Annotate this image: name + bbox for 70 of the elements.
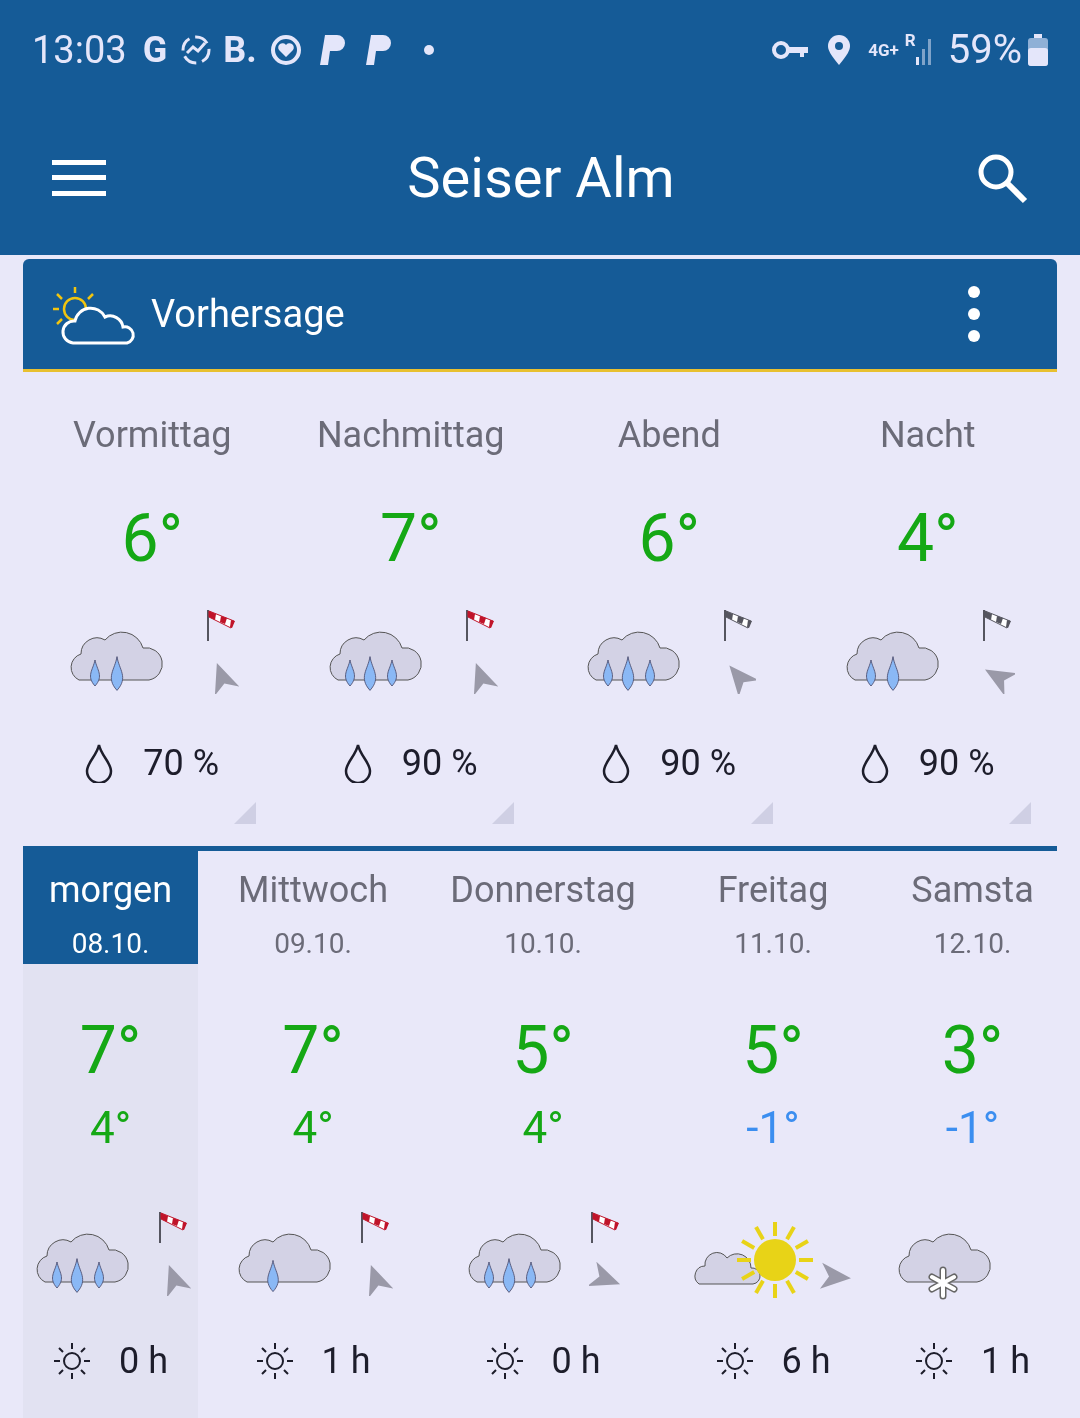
day-date: 11.10. <box>734 926 812 962</box>
sun-icon <box>915 1342 953 1380</box>
sun-icon <box>715 1342 754 1380</box>
raindrop-icon <box>602 743 631 783</box>
day-tab[interactable]: morgen 08.10. <box>23 851 198 964</box>
period-label: Abend <box>617 413 721 458</box>
sunshine-hours: 6 h <box>781 1339 831 1384</box>
dot-icon <box>422 44 435 56</box>
day-name: Mittwoch <box>238 868 388 913</box>
day-tab[interactable]: Donnerstag 10.10. <box>428 851 658 964</box>
high-temperature: 5° <box>512 1018 574 1084</box>
sun-icon <box>485 1342 524 1380</box>
day-tab[interactable]: Freitag 11.10. <box>658 851 888 964</box>
sun-icon <box>255 1342 294 1380</box>
key-icon <box>772 39 811 61</box>
day-name: Freitag <box>717 868 829 913</box>
roaming-label: R <box>904 32 916 49</box>
period-label: Vormittag <box>73 413 232 458</box>
day-date: 12.10. <box>933 926 1012 962</box>
battery-percentage: 59% <box>947 25 1022 75</box>
precipitation-chance: 90 % <box>660 741 737 786</box>
high-temperature: 7° <box>79 1018 142 1084</box>
sunshine-hours: 1 h <box>981 1339 1030 1384</box>
heart-ring-icon <box>268 33 303 67</box>
day-date: 09.10. <box>274 926 352 962</box>
day-name: Samsta <box>911 868 1034 913</box>
day-name: morgen <box>48 868 173 913</box>
low-temperature: 4° <box>89 1106 132 1150</box>
period-label: Nachmittag <box>316 413 505 458</box>
location-pin-icon <box>826 34 853 66</box>
day-date: 08.10. <box>71 926 150 962</box>
app-notification-icon: G <box>142 23 168 77</box>
period-label: Nacht <box>879 413 976 458</box>
precipitation-chance: 90 % <box>918 741 995 786</box>
day-name: Donnerstag <box>450 868 636 913</box>
high-temperature: 5° <box>742 1018 804 1084</box>
low-temperature: 4° <box>522 1106 564 1150</box>
low-temperature: -1° <box>746 1106 800 1150</box>
high-temperature: 7° <box>282 1018 344 1084</box>
app-notification-icon: B. <box>223 23 257 77</box>
network-type-label: 4G+ <box>868 41 899 59</box>
menu-icon[interactable] <box>52 159 106 196</box>
day-date: 10.10. <box>504 926 582 962</box>
day-tab[interactable]: Mittwoch 09.10. <box>198 851 428 964</box>
high-temperature: 3° <box>941 1018 1004 1084</box>
temperature: 4° <box>896 506 959 572</box>
low-temperature: -1° <box>945 1106 1000 1150</box>
sunshine-hours: 0 h <box>551 1339 601 1384</box>
temperature: 6° <box>121 506 184 572</box>
clock: 13:03 <box>32 26 127 74</box>
sunshine-hours: 1 h <box>321 1339 371 1384</box>
raindrop-icon <box>343 743 372 783</box>
precipitation-chance: 90 % <box>401 741 478 786</box>
expand-corner-icon[interactable] <box>233 802 256 824</box>
more-options-icon[interactable] <box>967 285 981 343</box>
card-title: Vorhersage <box>151 290 346 338</box>
sunshine-hours: 0 h <box>119 1339 168 1384</box>
temperature: 7° <box>379 506 442 572</box>
expand-corner-icon[interactable] <box>492 802 514 824</box>
expand-corner-icon[interactable] <box>1009 802 1031 824</box>
raindrop-icon <box>860 743 889 783</box>
raindrop-icon <box>85 743 114 783</box>
battery-icon <box>1028 34 1048 66</box>
temperature: 6° <box>638 506 701 572</box>
precipitation-chance: 70 % <box>143 741 220 786</box>
expand-corner-icon[interactable] <box>750 802 773 824</box>
day-tab[interactable]: Samsta 12.10. <box>888 851 1057 964</box>
app-title: Seiser Alm <box>407 143 675 213</box>
sun-icon <box>53 1342 91 1380</box>
low-temperature: 4° <box>292 1106 334 1150</box>
